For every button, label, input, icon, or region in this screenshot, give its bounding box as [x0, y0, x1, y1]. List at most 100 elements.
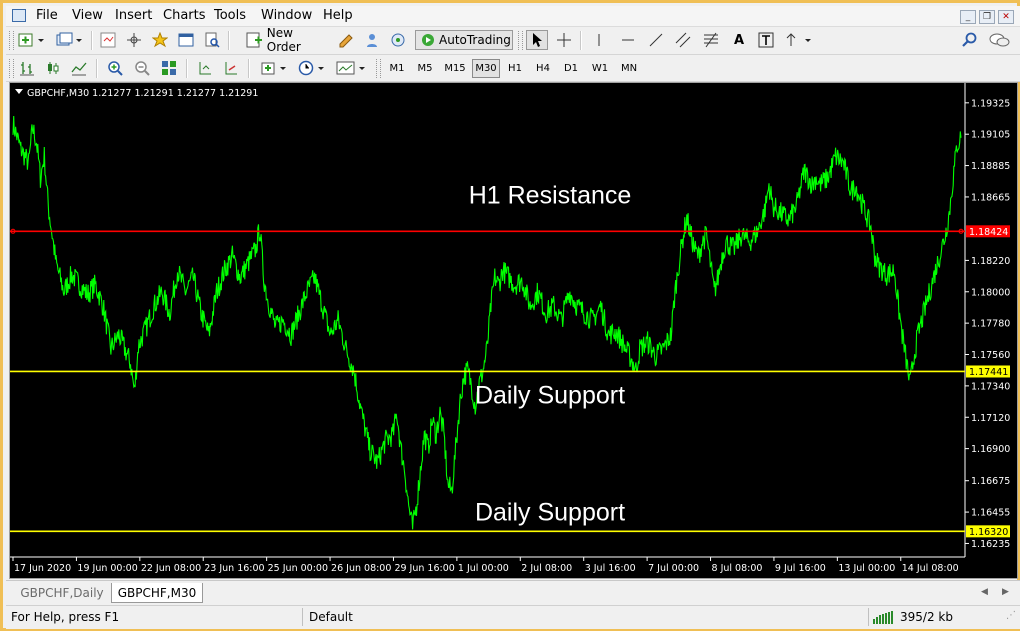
- horizontal-line-icon[interactable]: [617, 30, 639, 50]
- tile-windows-icon[interactable]: [158, 58, 180, 78]
- menu-view[interactable]: View: [72, 8, 103, 24]
- traffic-counter: 395/2 kb: [900, 610, 953, 624]
- trendline-icon[interactable]: [645, 30, 667, 50]
- x-tick-label: 14 Jul 08:00: [902, 563, 959, 574]
- x-tick-label: 23 Jun 16:00: [204, 563, 264, 574]
- timeframe-h1-button[interactable]: H1: [502, 59, 528, 78]
- navigator-icon[interactable]: [123, 30, 145, 50]
- menu-charts[interactable]: Charts: [163, 8, 206, 24]
- new-order-icon: [246, 32, 262, 48]
- candlestick-chart-icon[interactable]: [42, 58, 64, 78]
- app-icon: [12, 9, 26, 22]
- x-tick-label: 3 Jul 16:00: [585, 563, 636, 574]
- charts-toolbar: M1 M5 M15 M30 H1 H4 D1 W1 MN: [6, 55, 1020, 82]
- chart-shift-icon[interactable]: [194, 58, 216, 78]
- new-order-button[interactable]: New Order: [246, 26, 330, 54]
- new-chart-button[interactable]: [16, 30, 48, 50]
- market-icon[interactable]: [387, 30, 409, 50]
- menu-tools[interactable]: Tools: [214, 8, 246, 24]
- autotrading-button[interactable]: AutoTrading: [415, 30, 513, 50]
- chart-header: GBPCHF,M30 1.21277 1.21291 1.21277 1.212…: [27, 88, 258, 99]
- autoscroll-icon[interactable]: [220, 58, 242, 78]
- equidistant-channel-icon[interactable]: [672, 30, 694, 50]
- x-tick-label: 25 Jun 00:00: [268, 563, 328, 574]
- menu-file[interactable]: File: [36, 8, 58, 24]
- favorites-star-icon[interactable]: [149, 30, 171, 50]
- timeframe-m1-button[interactable]: M1: [384, 59, 410, 78]
- restore-icon[interactable]: ❐: [979, 10, 995, 24]
- y-tick-label: 1.19325: [971, 98, 1010, 109]
- x-tick-label: 9 Jul 16:00: [775, 563, 826, 574]
- timeframe-h4-button[interactable]: H4: [530, 59, 556, 78]
- cursor-icon[interactable]: [526, 30, 548, 50]
- fibonacci-icon[interactable]: [700, 30, 722, 50]
- profiles-button[interactable]: [54, 30, 86, 50]
- chat-icon[interactable]: [986, 30, 1012, 50]
- tab-scroll-left-icon[interactable]: ◀: [981, 587, 988, 597]
- market-watch-icon[interactable]: [97, 30, 119, 50]
- separator: [91, 31, 93, 50]
- menu-window[interactable]: Window: [261, 8, 312, 24]
- chart-tabs-bar: GBPCHF,Daily GBPCHF,M30 ◀ ▶: [6, 580, 1020, 606]
- bar-chart-icon[interactable]: [16, 58, 38, 78]
- timeframe-m30-button[interactable]: M30: [472, 59, 500, 78]
- terminal-icon[interactable]: [175, 30, 197, 50]
- chart-window[interactable]: GBPCHF,M30 1.21277 1.21291 1.21277 1.212…: [9, 82, 1018, 579]
- menu-bar: File View Insert Charts Tools Window Hel…: [6, 6, 1020, 27]
- x-tick-label: 8 Jul 08:00: [712, 563, 763, 574]
- strategy-tester-icon[interactable]: [201, 30, 223, 50]
- level-price-label: 1.16320: [969, 527, 1008, 538]
- crosshair-icon[interactable]: [553, 30, 575, 50]
- standard-toolbar: New Order AutoTrading A: [6, 26, 1020, 55]
- y-tick-label: 1.19105: [971, 130, 1010, 141]
- timeframe-m15-button[interactable]: M15: [440, 59, 470, 78]
- text-tool-button[interactable]: A: [728, 30, 750, 50]
- toolbar-grip: [9, 59, 14, 78]
- separator: [248, 59, 250, 78]
- y-tick-label: 1.17120: [971, 413, 1010, 424]
- toolbar-grip: [376, 59, 381, 78]
- menu-insert[interactable]: Insert: [115, 8, 152, 24]
- price-chart[interactable]: GBPCHF,M30 1.21277 1.21291 1.21277 1.212…: [10, 83, 1017, 578]
- vertical-line-icon[interactable]: [588, 30, 610, 50]
- close-icon[interactable]: ✕: [998, 10, 1014, 24]
- templates-icon[interactable]: [334, 58, 370, 78]
- x-tick-label: 17 Jun 2020: [14, 563, 71, 574]
- minimize-icon[interactable]: _: [960, 10, 976, 24]
- zoom-in-icon[interactable]: [104, 58, 126, 78]
- line-chart-icon[interactable]: [68, 58, 90, 78]
- indicators-button[interactable]: [258, 58, 290, 78]
- timeframe-w1-button[interactable]: W1: [586, 59, 614, 78]
- x-tick-label: 26 Jun 08:00: [331, 563, 391, 574]
- signals-icon[interactable]: [361, 30, 383, 50]
- zoom-out-icon[interactable]: [131, 58, 153, 78]
- timeframe-mn-button[interactable]: MN: [616, 59, 642, 78]
- level-annotation: H1 Resistance: [469, 181, 632, 209]
- tab-gbpchf-m30[interactable]: GBPCHF,M30: [111, 583, 203, 603]
- periods-clock-icon[interactable]: [296, 58, 328, 78]
- tab-scroll-right-icon[interactable]: ▶: [1002, 587, 1009, 597]
- new-order-label: New Order: [266, 26, 301, 54]
- y-tick-label: 1.17560: [971, 350, 1010, 361]
- level-annotation: Daily Support: [475, 381, 625, 409]
- text-tool-label: A: [733, 32, 745, 48]
- y-tick-label: 1.17780: [971, 319, 1010, 330]
- timeframe-m5-button[interactable]: M5: [412, 59, 438, 78]
- metaeditor-icon[interactable]: [335, 30, 357, 50]
- x-tick-label: 2 Jul 08:00: [521, 563, 572, 574]
- y-tick-label: 1.16235: [971, 539, 1010, 550]
- tab-label: GBPCHF,M30: [117, 586, 197, 600]
- x-tick-label: 7 Jul 00:00: [648, 563, 699, 574]
- level-price-label: 1.18424: [969, 227, 1008, 238]
- menu-help[interactable]: Help: [323, 8, 353, 24]
- autotrading-icon: [422, 34, 434, 46]
- separator: [96, 59, 98, 78]
- search-icon[interactable]: [959, 30, 981, 50]
- text-label-icon[interactable]: [755, 30, 777, 50]
- timeframe-d1-button[interactable]: D1: [558, 59, 584, 78]
- arrows-icon[interactable]: [783, 30, 815, 50]
- autotrading-label: AutoTrading: [439, 33, 511, 47]
- tab-gbpchf-daily[interactable]: GBPCHF,Daily: [14, 583, 110, 603]
- status-bar: For Help, press F1 Default 395/2 kb ⋰: [6, 605, 1020, 629]
- y-tick-label: 1.16455: [971, 508, 1010, 519]
